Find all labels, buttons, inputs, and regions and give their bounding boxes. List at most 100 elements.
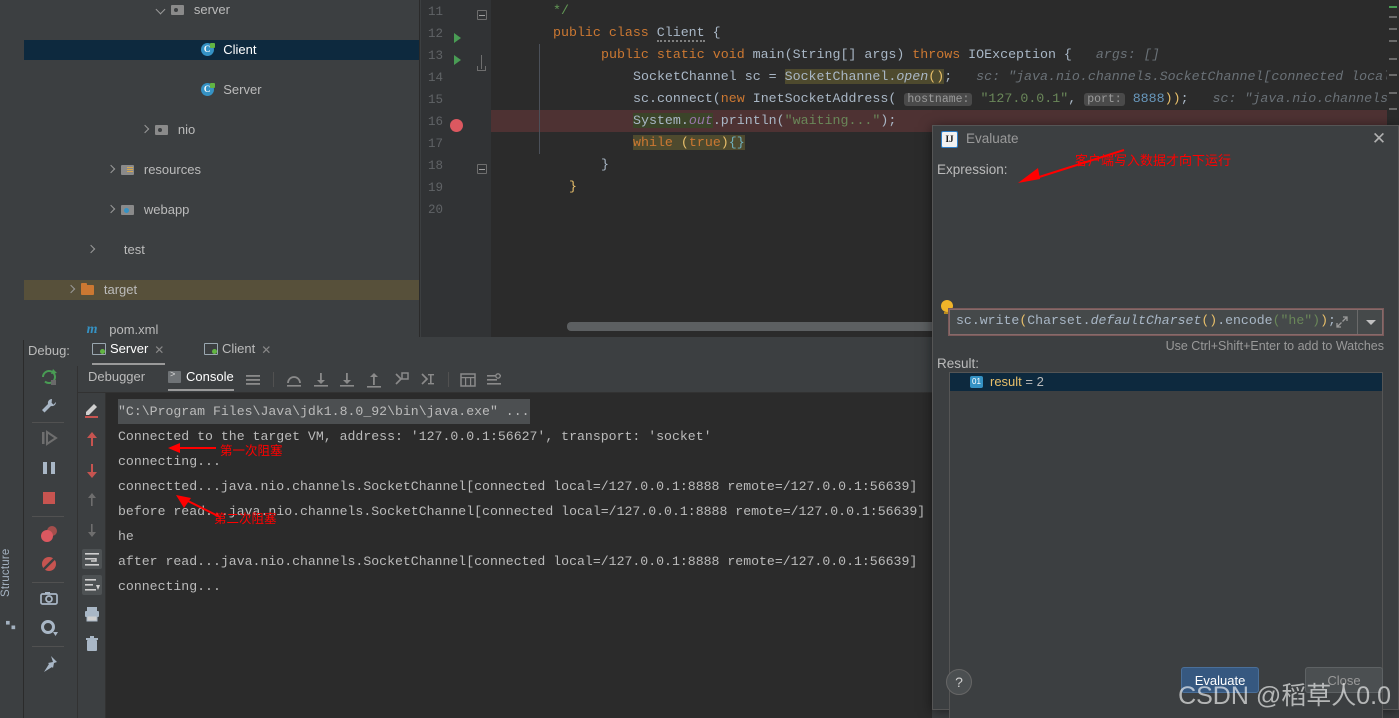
- tree-item-webapp[interactable]: webapp: [24, 200, 419, 220]
- tree-item-test[interactable]: test: [24, 240, 419, 260]
- resume-program-icon[interactable]: [39, 428, 61, 450]
- run-to-cursor-icon[interactable]: [419, 371, 437, 389]
- close-icon[interactable]: ✕: [154, 344, 165, 356]
- debug-tab-client[interactable]: Client ✕: [204, 341, 272, 365]
- trash-icon[interactable]: [83, 635, 101, 653]
- debug-tab-bar[interactable]: Debug: Server ✕ Client ✕: [24, 337, 932, 366]
- dialog-annotation-label: 客户端写入数据才向下运行: [1075, 153, 1232, 168]
- evaluate-dialog[interactable]: Evaluate ✕ Expression: sc.write(Charset.…: [932, 125, 1399, 718]
- code-line-18: }: [601, 157, 609, 172]
- tool-window-label: Structure: [0, 548, 12, 598]
- folder-web-icon: [120, 200, 136, 220]
- console-line: connectted...java.nio.channels.SocketCha…: [118, 479, 918, 494]
- console-icon: [168, 370, 181, 383]
- fold-collapse-icon[interactable]: [477, 164, 487, 174]
- chevron-right-icon[interactable]: [86, 240, 97, 260]
- drop-frame-icon[interactable]: [392, 371, 410, 389]
- maven-file-icon: [86, 320, 102, 337]
- tree-item-label: webapp: [143, 202, 190, 217]
- tree-item-nio[interactable]: nio: [24, 120, 419, 140]
- tree-item-client[interactable]: Client: [24, 40, 419, 60]
- tree-item-server-class[interactable]: Server: [24, 80, 419, 100]
- debug-content-area[interactable]: Debugger Console: [78, 366, 932, 718]
- breakpoint-icon[interactable]: [450, 119, 463, 132]
- scroll-up-icon[interactable]: [83, 431, 101, 449]
- tree-item-pom[interactable]: pom.xml: [24, 320, 419, 337]
- help-button[interactable]: ?: [946, 669, 972, 695]
- tool-window-structure[interactable]: Structure: [0, 530, 24, 616]
- chevron-right-icon[interactable]: [106, 160, 117, 180]
- result-row[interactable]: 01 result = 2: [950, 373, 1382, 391]
- view-breakpoints-icon[interactable]: [39, 524, 61, 546]
- camera-snapshot-icon[interactable]: [39, 588, 61, 610]
- evaluate-expression-icon[interactable]: [459, 371, 477, 389]
- prev-occurrence-icon[interactable]: [83, 491, 101, 509]
- tree-item-server[interactable]: server: [24, 0, 419, 20]
- chevron-right-icon[interactable]: [66, 280, 77, 300]
- debug-subtab-console[interactable]: Console: [168, 369, 234, 391]
- console-line: connecting...: [118, 579, 221, 594]
- expression-history-dropdown[interactable]: [1357, 310, 1382, 334]
- stop-program-icon[interactable]: [39, 488, 61, 510]
- intellij-logo-icon: [941, 131, 958, 148]
- close-icon[interactable]: ✕: [261, 344, 272, 356]
- scroll-down-icon[interactable]: [83, 461, 101, 479]
- hamburger-menu-icon[interactable]: [244, 371, 262, 389]
- line-number: 18: [427, 159, 443, 173]
- mute-breakpoints-icon[interactable]: [39, 554, 61, 576]
- code-line-12: public class Client {: [553, 25, 721, 42]
- indent-guide: [539, 44, 540, 154]
- fold-collapse-icon[interactable]: [477, 10, 487, 20]
- step-out-icon[interactable]: [365, 371, 383, 389]
- marker-tick: [1389, 108, 1397, 110]
- pause-program-icon[interactable]: [39, 458, 61, 480]
- tree-item-label: test: [123, 242, 145, 257]
- settings-layout-icon[interactable]: [485, 371, 503, 389]
- expression-input[interactable]: sc.write(Charset.defaultCharset().encode…: [948, 308, 1384, 336]
- debug-session-toolbar[interactable]: [24, 366, 78, 718]
- run-gutter-icon[interactable]: [452, 54, 464, 66]
- chevron-right-icon[interactable]: [106, 200, 117, 220]
- tree-item-resources[interactable]: resources: [24, 160, 419, 180]
- console-line: "C:\Program Files\Java\jdk1.8.0_92\bin\j…: [118, 399, 530, 424]
- step-into-icon[interactable]: [312, 371, 330, 389]
- settings-gear-icon[interactable]: [39, 618, 61, 640]
- chevron-down-icon[interactable]: [156, 0, 167, 20]
- pin-tab-icon[interactable]: [39, 654, 61, 676]
- debug-tab-label: Server: [110, 341, 149, 356]
- soft-wrap-toggle-icon[interactable]: [82, 549, 102, 569]
- java-class-icon: [200, 40, 216, 60]
- line-number: 14: [427, 71, 443, 85]
- step-out-arc-icon[interactable]: [285, 371, 303, 389]
- marker-tick: [1389, 40, 1397, 42]
- divider: [32, 422, 64, 423]
- line-number: 19: [427, 181, 443, 195]
- settings-wrench-icon[interactable]: [39, 396, 61, 418]
- annotation-label-1: 第一次阻塞: [220, 444, 283, 458]
- debug-subtab-debugger[interactable]: Debugger: [88, 369, 145, 391]
- tree-item-label: nio: [177, 122, 196, 137]
- print-icon[interactable]: [83, 605, 101, 623]
- console-toolbar[interactable]: [78, 393, 106, 718]
- line-number: 16: [427, 115, 443, 129]
- editor-gutter[interactable]: 11 12 13 14 15 16 17 18 19 20: [421, 0, 491, 337]
- expand-editor-icon[interactable]: [1335, 315, 1350, 330]
- force-step-into-icon[interactable]: [338, 371, 356, 389]
- next-occurrence-icon[interactable]: [83, 521, 101, 539]
- debug-tool-window[interactable]: Debug: Server ✕ Client ✕ Debugger > Cons…: [24, 337, 932, 718]
- debug-tab-server[interactable]: Server ✕: [92, 341, 166, 365]
- soft-wrap-pencil-icon[interactable]: [83, 401, 101, 419]
- chevron-right-icon[interactable]: [140, 120, 151, 140]
- left-tool-window-bar[interactable]: Structure Favorites: [0, 340, 24, 718]
- rerun-icon[interactable]: [39, 367, 61, 389]
- watches-hint: Use Ctrl+Shift+Enter to add to Watches: [1165, 339, 1384, 353]
- run-gutter-icon[interactable]: [452, 32, 464, 44]
- tree-item-target[interactable]: target: [24, 280, 419, 300]
- dialog-title-bar[interactable]: Evaluate ✕: [933, 126, 1398, 153]
- scroll-to-end-toggle-icon[interactable]: [82, 575, 102, 595]
- debugger-sub-tab-bar[interactable]: Debugger Console: [78, 366, 932, 393]
- code-line-15: sc.connect(new InetSocketAddress( hostna…: [633, 91, 1399, 106]
- tree-item-label: server: [193, 2, 230, 17]
- close-icon[interactable]: ✕: [1370, 130, 1388, 148]
- project-tree-panel[interactable]: server Client Server nio resources: [24, 0, 420, 337]
